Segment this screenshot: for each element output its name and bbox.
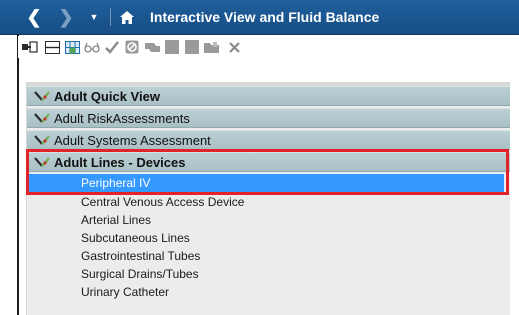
dropdown-arrow-icon[interactable]: ▼ bbox=[88, 0, 100, 34]
table-icon[interactable] bbox=[44, 40, 60, 54]
home-icon[interactable] bbox=[118, 0, 136, 34]
close-icon[interactable] bbox=[226, 40, 242, 54]
list-item-central-venous-access-device[interactable]: Central Venous Access Device bbox=[81, 193, 501, 211]
chevron-left-icon[interactable]: ❮ bbox=[26, 0, 42, 34]
stethoscope-icon bbox=[33, 155, 51, 170]
toolbar bbox=[18, 36, 519, 58]
list-item-urinary-catheter[interactable]: Urinary Catheter bbox=[81, 283, 501, 301]
section-label: Adult Quick View bbox=[54, 89, 160, 104]
no-icon[interactable] bbox=[124, 40, 140, 54]
title-bar: ❮ ❯ ▼ Interactive View and Fluid Balance bbox=[0, 0, 519, 35]
section-label: Adult Lines - Devices bbox=[54, 155, 186, 170]
section-adult-systems-assessment[interactable]: Adult Systems Assessment bbox=[27, 130, 510, 150]
stethoscope-icon bbox=[33, 111, 51, 126]
section-adult-quick-view[interactable]: Adult Quick View bbox=[27, 86, 510, 106]
stethoscope-icon bbox=[33, 133, 51, 148]
section-label: Adult RiskAssessments bbox=[54, 111, 190, 126]
page-title: Interactive View and Fluid Balance bbox=[150, 9, 380, 25]
stethoscope-icon bbox=[33, 89, 51, 104]
list-item-gastrointestinal-tubes[interactable]: Gastrointestinal Tubes bbox=[81, 247, 501, 265]
insert-column-icon[interactable] bbox=[22, 40, 38, 54]
list-item-subcutaneous-lines[interactable]: Subcutaneous Lines bbox=[81, 229, 501, 247]
frame-border bbox=[17, 34, 19, 315]
folder-icon[interactable] bbox=[204, 40, 220, 54]
toolbar-separator bbox=[110, 8, 111, 26]
document-icon[interactable] bbox=[184, 40, 200, 54]
section-adult-risk-assessments[interactable]: Adult RiskAssessments bbox=[27, 108, 510, 128]
flag-icon[interactable] bbox=[144, 40, 160, 54]
list-item-peripheral-iv[interactable]: Peripheral IV bbox=[29, 174, 504, 192]
list-item-arterial-lines[interactable]: Arterial Lines bbox=[81, 211, 501, 229]
chevron-right-icon[interactable]: ❯ bbox=[58, 0, 74, 34]
glasses-icon[interactable] bbox=[84, 40, 100, 54]
navigator-panel: Adult Quick View Adult RiskAssessments A… bbox=[26, 82, 510, 315]
document-icon[interactable] bbox=[164, 40, 180, 54]
checkmark-icon[interactable] bbox=[104, 40, 120, 54]
grid-icon[interactable] bbox=[64, 40, 80, 54]
section-adult-lines-devices[interactable]: Adult Lines - Devices bbox=[27, 152, 510, 172]
section-label: Adult Systems Assessment bbox=[54, 133, 211, 148]
list-item-surgical-drains-tubes[interactable]: Surgical Drains/Tubes bbox=[81, 265, 501, 283]
